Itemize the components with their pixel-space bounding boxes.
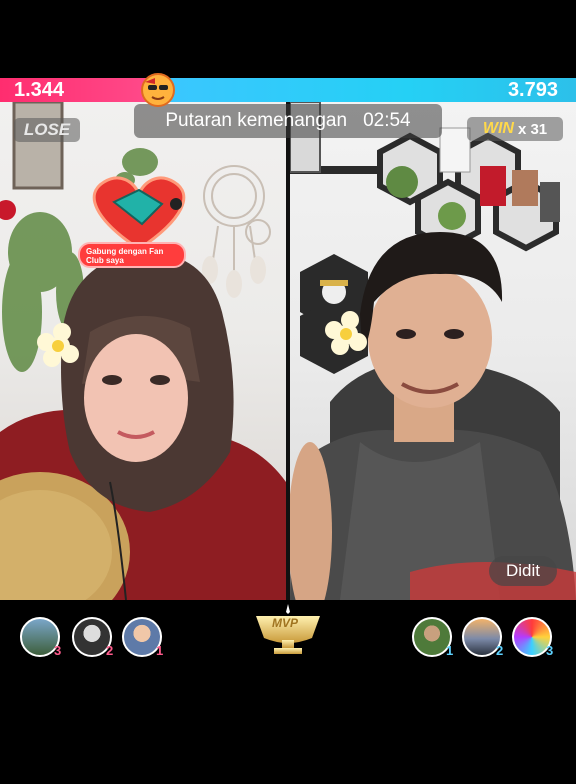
right-gifter-3[interactable]: 3 [512, 617, 554, 658]
host-name-tag[interactable]: Didit [489, 556, 557, 586]
round-timer-banner: Putaran kemenangan 02:54 [134, 104, 442, 138]
win-label: WIN [482, 120, 514, 137]
right-gifter-1[interactable]: 1 [412, 617, 454, 658]
gifter-rank: 1 [156, 643, 164, 658]
left-gifter-3[interactable]: 3 [20, 617, 62, 658]
score-bar: 1.344 3.793 [0, 78, 576, 102]
round-timer: 02:54 [363, 110, 411, 131]
mascot-face-icon [141, 73, 175, 107]
mvp-trophy[interactable]: MVP [252, 604, 324, 656]
left-gifter-1[interactable]: 1 [122, 617, 164, 658]
left-host-video[interactable]: Gabung dengan Fan Club saya [0, 102, 286, 600]
right-host-scene [290, 102, 576, 600]
left-gifter-2[interactable]: 2 [72, 617, 114, 658]
gifter-rank: 2 [496, 643, 504, 658]
right-score: 3.793 [507, 79, 558, 101]
gifter-rank: 3 [54, 643, 62, 658]
win-streak-count: x 31 [517, 120, 548, 138]
mvp-label: MVP [272, 616, 299, 630]
right-gifter-2[interactable]: 2 [462, 617, 504, 658]
gifter-rank: 1 [446, 643, 454, 658]
lose-badge: LOSE [14, 118, 80, 142]
right-host-video[interactable] [290, 102, 576, 600]
gifter-rank: 2 [106, 643, 114, 658]
gifter-rank: 3 [546, 643, 554, 658]
round-title: Putaran kemenangan [165, 110, 348, 131]
left-score: 1.344 [14, 79, 65, 101]
win-streak-badge: WIN x 31 [467, 117, 563, 141]
fan-club-prompt[interactable]: Gabung dengan Fan Club saya [78, 242, 186, 268]
trophy-icon [256, 604, 320, 654]
